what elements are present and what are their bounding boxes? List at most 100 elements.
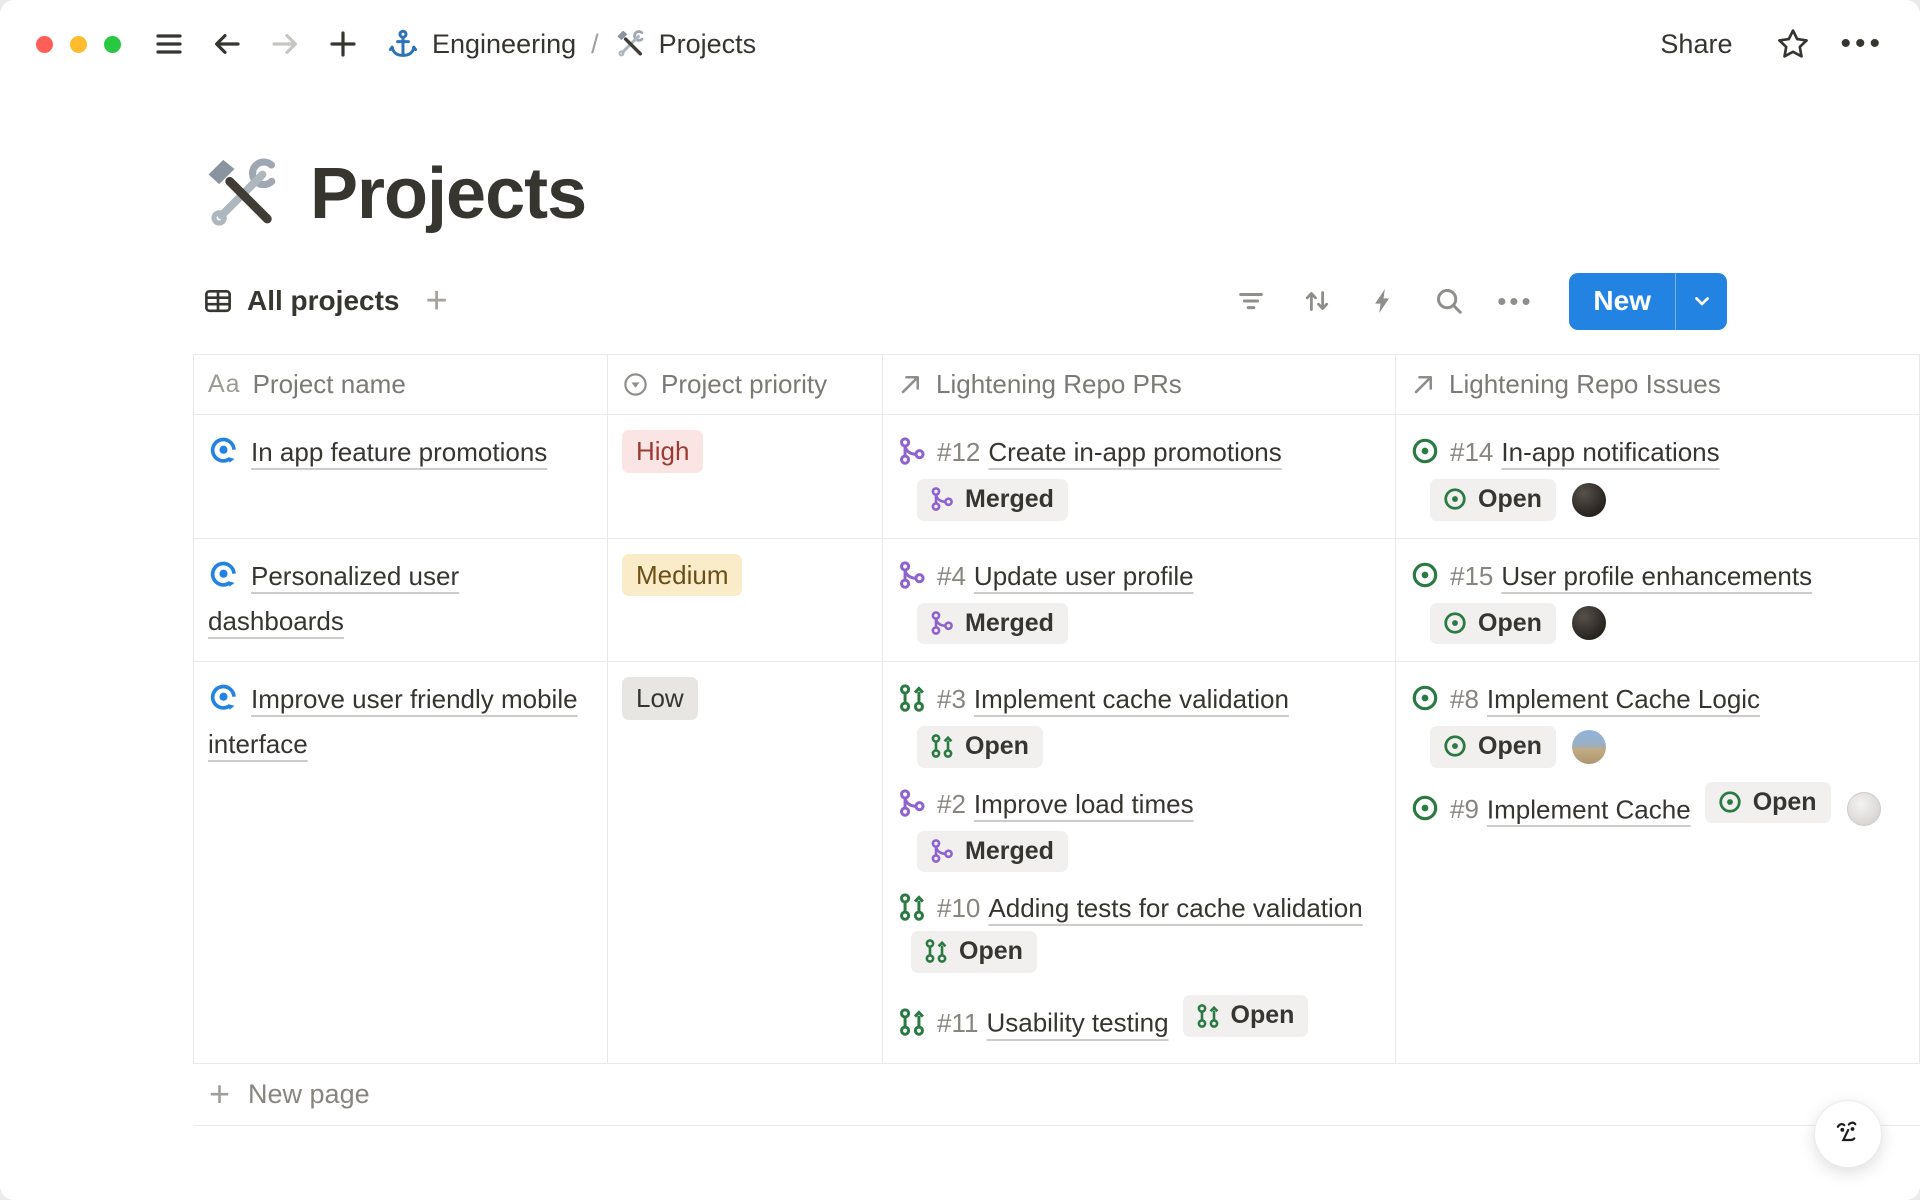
- forward-button[interactable]: [263, 22, 307, 66]
- assignee-avatar[interactable]: [1847, 792, 1881, 826]
- issue-number: #8: [1450, 684, 1479, 714]
- notion-window: Engineering / Projects Share •••: [0, 0, 1920, 1200]
- notion-ai-button[interactable]: [1814, 1100, 1882, 1168]
- new-page-label: New page: [248, 1079, 370, 1110]
- breadcrumb-page[interactable]: Projects: [659, 29, 757, 60]
- issue-open-icon: [1717, 789, 1743, 815]
- issue-title[interactable]: Implement Cache: [1487, 794, 1691, 824]
- pr-title[interactable]: Usability testing: [986, 1008, 1168, 1038]
- issue-entry[interactable]: #15User profile enhancements Open: [1410, 554, 1903, 645]
- breadcrumb: Engineering / Projects: [387, 28, 756, 60]
- issue-title[interactable]: User profile enhancements: [1501, 561, 1812, 591]
- assignee-avatar[interactable]: [1572, 730, 1606, 764]
- priority-cell[interactable]: High: [608, 415, 883, 538]
- pr-status-chip: Open: [911, 931, 1037, 973]
- pr-title[interactable]: Adding tests for cache validation: [988, 893, 1362, 923]
- new-tab-button[interactable]: [321, 22, 365, 66]
- issue-entry[interactable]: #14In-app notifications Open: [1410, 430, 1903, 521]
- more-options-button[interactable]: •••: [1840, 27, 1884, 61]
- arrow-left-icon: [211, 28, 243, 60]
- search-button[interactable]: [1427, 279, 1471, 323]
- new-entry-dropdown-button[interactable]: [1675, 273, 1727, 330]
- issue-entry[interactable]: #8 Implement Cache Logic Open: [1410, 677, 1903, 768]
- pr-title[interactable]: Implement cache validation: [974, 684, 1289, 714]
- column-header-project-name[interactable]: Aa Project name: [194, 355, 608, 414]
- favorite-star-icon[interactable]: [1776, 27, 1810, 61]
- assignee-avatar[interactable]: [1572, 606, 1606, 640]
- project-title[interactable]: Personalized user dashboards: [208, 561, 459, 636]
- pr-entry[interactable]: #11Usability testingOpen: [897, 995, 1379, 1045]
- issues-cell[interactable]: #8 Implement Cache Logic Open #9 Implement…: [1396, 662, 1920, 1063]
- hamburger-icon: [153, 28, 185, 60]
- pr-title[interactable]: Improve load times: [974, 789, 1194, 819]
- issue-title[interactable]: In-app notifications: [1501, 437, 1719, 467]
- project-cycle-icon: [208, 559, 239, 590]
- filter-button[interactable]: [1229, 279, 1273, 323]
- filter-icon: [1236, 286, 1266, 316]
- traffic-lights: [36, 36, 121, 53]
- pr-number: #3: [937, 684, 966, 714]
- pr-entry[interactable]: #3Implement cache validation Open: [897, 677, 1379, 768]
- column-header-project-priority[interactable]: Project priority: [608, 355, 883, 414]
- close-window-button[interactable]: [36, 36, 53, 53]
- issue-open-icon: [1410, 436, 1440, 466]
- project-title[interactable]: Improve user friendly mobile interface: [208, 684, 578, 759]
- prs-cell[interactable]: #4Update user profile Merged: [883, 539, 1396, 662]
- new-page-row[interactable]: + New page: [193, 1064, 1920, 1126]
- add-view-button[interactable]: +: [425, 286, 447, 316]
- issue-title[interactable]: Implement Cache Logic: [1487, 684, 1760, 714]
- project-name-cell[interactable]: In app feature promotions: [194, 415, 608, 538]
- priority-cell[interactable]: Low: [608, 662, 883, 1063]
- project-name-cell[interactable]: Improve user friendly mobile interface: [194, 662, 608, 1063]
- pr-entry[interactable]: #2Improve load times Merged: [897, 782, 1379, 873]
- assignee-avatar[interactable]: [1572, 483, 1606, 517]
- issue-number: #15: [1450, 561, 1493, 591]
- issue-open-icon: [1442, 486, 1468, 512]
- ai-face-icon: [1828, 1114, 1868, 1154]
- priority-chip: High: [622, 430, 703, 473]
- minimize-window-button[interactable]: [70, 36, 87, 53]
- ellipsis-icon: •••: [1497, 286, 1533, 317]
- column-header-repo-prs[interactable]: Lightening Repo PRs: [883, 355, 1396, 414]
- table-view-icon: [203, 286, 233, 316]
- sort-button[interactable]: [1295, 279, 1339, 323]
- back-button[interactable]: [205, 22, 249, 66]
- breadcrumb-workspace[interactable]: Engineering: [432, 29, 576, 60]
- project-title[interactable]: In app feature promotions: [251, 437, 547, 467]
- issue-number: #9: [1450, 794, 1479, 824]
- pr-number: #2: [937, 789, 966, 819]
- select-type-icon: [622, 371, 649, 398]
- database-toolbar: ••• New: [1229, 273, 1727, 330]
- window-top-bar: Engineering / Projects Share •••: [0, 0, 1920, 88]
- pr-entry[interactable]: #10Adding tests for cache validationOpen: [897, 886, 1379, 981]
- issues-cell[interactable]: #15User profile enhancements Open: [1396, 539, 1920, 662]
- new-entry-button[interactable]: New: [1569, 273, 1675, 330]
- pr-entry[interactable]: #4Update user profile Merged: [897, 554, 1379, 645]
- page-content: Projects All projects +: [0, 88, 1920, 1126]
- issue-status-chip: Open: [1430, 726, 1556, 768]
- prs-cell[interactable]: #12Create in-app promotions Merged: [883, 415, 1396, 538]
- zoom-window-button[interactable]: [104, 36, 121, 53]
- pr-title[interactable]: Create in-app promotions: [988, 437, 1281, 467]
- projects-table: Aa Project name Project priority Lighten…: [193, 354, 1920, 1064]
- view-options-button[interactable]: •••: [1493, 279, 1537, 323]
- page-icon-hammer-wrench[interactable]: [200, 153, 282, 235]
- pr-title[interactable]: Update user profile: [974, 561, 1194, 591]
- sidebar-menu-button[interactable]: [147, 22, 191, 66]
- view-tab-all-projects[interactable]: All projects: [193, 285, 409, 317]
- priority-cell[interactable]: Medium: [608, 539, 883, 662]
- git-pull-request-icon: [1195, 1003, 1221, 1029]
- pr-status-chip: Open: [1183, 995, 1309, 1037]
- page-title: Projects: [310, 153, 586, 235]
- automations-button[interactable]: [1361, 279, 1405, 323]
- git-pull-request-icon: [923, 938, 949, 964]
- issues-cell[interactable]: #14In-app notifications Open: [1396, 415, 1920, 538]
- pr-entry[interactable]: #12Create in-app promotions Merged: [897, 430, 1379, 521]
- issue-entry[interactable]: #9Implement CacheOpen: [1410, 782, 1903, 832]
- share-button[interactable]: Share: [1646, 23, 1746, 66]
- column-header-repo-issues[interactable]: Lightening Repo Issues: [1396, 355, 1920, 414]
- project-cycle-icon: [208, 682, 239, 713]
- prs-cell[interactable]: #3 Implement cache validation Open #2 Impr…: [883, 662, 1396, 1063]
- project-name-cell[interactable]: Personalized user dashboards: [194, 539, 608, 662]
- external-link-icon: [897, 371, 924, 398]
